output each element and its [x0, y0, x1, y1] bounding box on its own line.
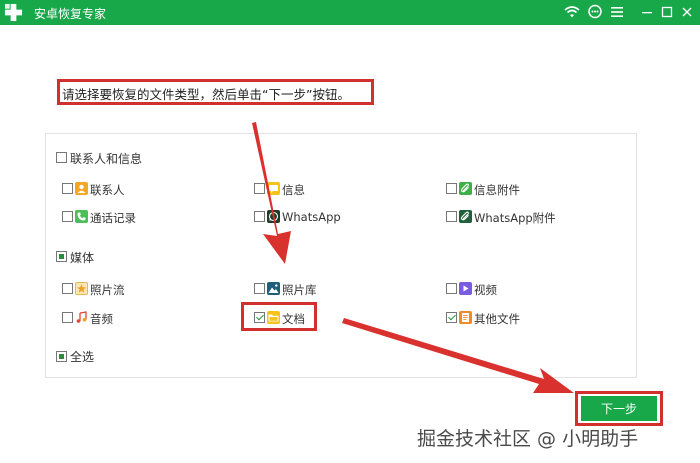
checkbox-contacts[interactable]	[62, 183, 73, 194]
checkbox-photostream[interactable]	[62, 283, 73, 294]
label-whatsapp: WhatsApp	[282, 210, 341, 224]
whatsapp-icon	[267, 210, 280, 223]
label-select-all: 全选	[70, 350, 95, 364]
title-bar: 安卓恢复专家	[0, 0, 700, 25]
checkbox-message-attachments[interactable]	[446, 183, 457, 194]
minimize-icon[interactable]	[638, 3, 656, 21]
group-checkbox-contacts[interactable]	[56, 152, 67, 163]
checkbox-whatsapp[interactable]	[254, 211, 265, 222]
phone-icon	[75, 210, 88, 223]
group-label-contacts: 联系人和信息	[70, 152, 143, 166]
label-call-history: 通话记录	[90, 211, 136, 225]
checkbox-documents[interactable]	[254, 312, 265, 323]
video-icon	[459, 282, 472, 295]
photo-library-icon	[267, 282, 280, 295]
message-icon	[267, 182, 280, 195]
watermark-text: 掘金技术社区 @ 小明助手	[417, 428, 639, 450]
label-photo-library: 照片库	[282, 283, 317, 297]
whatsapp-attachment-icon	[459, 210, 472, 223]
contacts-icon	[75, 182, 88, 195]
app-logo-icon	[4, 3, 23, 22]
checkbox-select-all[interactable]	[56, 351, 67, 362]
next-button[interactable]: 下一步	[581, 396, 657, 421]
group-label-media: 媒体	[70, 251, 95, 265]
wifi-icon[interactable]	[563, 3, 581, 21]
menu-icon[interactable]	[608, 3, 626, 21]
checkbox-messages[interactable]	[254, 183, 265, 194]
other-files-icon	[459, 311, 472, 324]
maximize-icon[interactable]	[658, 3, 676, 21]
checkbox-video[interactable]	[446, 283, 457, 294]
audio-icon	[75, 311, 88, 324]
label-documents: 文档	[282, 312, 305, 326]
folder-icon	[267, 311, 280, 324]
photostream-icon	[75, 282, 88, 295]
group-checkbox-media[interactable]	[56, 251, 67, 262]
label-audio: 音频	[90, 312, 113, 326]
attachment-icon	[459, 182, 472, 195]
label-whatsapp-attachments: WhatsApp附件	[474, 211, 556, 225]
close-icon[interactable]	[678, 3, 696, 21]
instruction-text: 请选择要恢复的文件类型，然后单击“下一步”按钮。	[62, 87, 350, 102]
checkbox-call-history[interactable]	[62, 211, 73, 222]
label-video: 视频	[474, 283, 497, 297]
checkbox-photo-library[interactable]	[254, 283, 265, 294]
checkbox-other-files[interactable]	[446, 312, 457, 323]
checkbox-whatsapp-attachments[interactable]	[446, 211, 457, 222]
label-photostream: 照片流	[90, 283, 125, 297]
label-contacts: 联系人	[90, 183, 125, 197]
checkbox-audio[interactable]	[62, 312, 73, 323]
label-message-attachments: 信息附件	[474, 183, 520, 197]
label-messages: 信息	[282, 183, 305, 197]
label-other-files: 其他文件	[474, 312, 520, 326]
file-type-panel	[45, 133, 637, 378]
chat-icon[interactable]	[586, 3, 604, 21]
app-title: 安卓恢复专家	[34, 7, 107, 21]
